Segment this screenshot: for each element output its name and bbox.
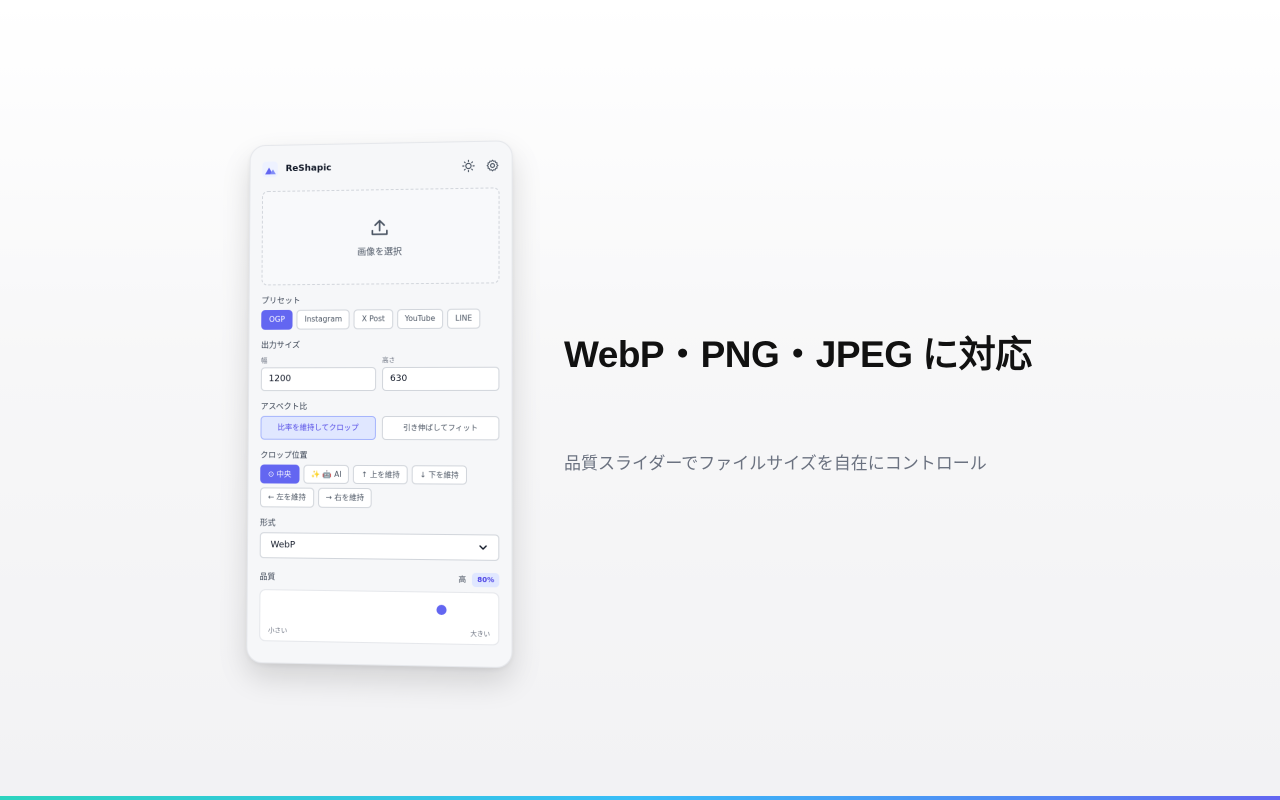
quality-max-label: 大きい: [470, 629, 491, 638]
crop-position-label: クロップ位置: [260, 450, 308, 460]
crop-ai-button[interactable]: ✨ 🤖 AI: [303, 464, 350, 484]
height-field[interactable]: 630: [382, 366, 500, 391]
aspect-label: アスペクト比: [260, 401, 308, 411]
upload-label: 画像を選択: [357, 246, 402, 258]
app-window: ReShapic 画像を選択 プリセット OGP Instagram X Pos…: [246, 140, 513, 669]
presets-row: OGP Instagram X Post YouTube LINE: [261, 308, 499, 330]
brand: ReShapic: [262, 161, 331, 178]
gear-icon[interactable]: [485, 158, 499, 172]
hero-subtitle: 品質スライダーでファイルサイズを自在にコントロール: [564, 454, 987, 474]
crop-bottom-button[interactable]: ↓ 下を維持: [411, 464, 467, 485]
hero-title: WebP・PNG・JPEG に対応: [564, 334, 1032, 375]
aspect-stretch-button[interactable]: 引き伸ばしてフィット: [381, 415, 500, 440]
output-size-row: 幅 1200 高さ 630: [260, 353, 500, 391]
app-name: ReShapic: [285, 163, 332, 175]
format-value: WebP: [270, 539, 296, 551]
image-logo-icon: [262, 161, 278, 178]
width-field[interactable]: 1200: [260, 366, 377, 391]
width-group: 幅 1200: [260, 354, 377, 391]
format-select[interactable]: WebP: [259, 531, 500, 561]
app-header: ReShapic: [262, 153, 499, 181]
quality-label: 品質: [259, 572, 276, 582]
sun-icon[interactable]: [461, 159, 475, 173]
width-label: 幅: [260, 355, 268, 364]
crop-top-button[interactable]: ↑ 上を維持: [353, 464, 408, 485]
format-label: 形式: [259, 517, 276, 527]
quality-badge: 80%: [472, 572, 500, 587]
preset-ogp[interactable]: OGP: [261, 309, 293, 330]
bottom-gradient-bar: [0, 796, 1280, 800]
upload-icon: [369, 216, 391, 238]
app-mockup: ReShapic 画像を選択 プリセット OGP Instagram X Pos…: [246, 140, 513, 669]
preset-x-post[interactable]: X Post: [353, 309, 393, 329]
height-label: 高さ: [382, 355, 396, 364]
image-upload-dropzone[interactable]: 画像を選択: [261, 187, 500, 286]
quality-slider-thumb[interactable]: [436, 604, 447, 615]
crop-position-row: ⊙ 中央 ✨ 🤖 AI ↑ 上を維持 ↓ 下を維持 ← 左を維持 → 右を維持: [260, 464, 499, 509]
crop-left-button[interactable]: ← 左を維持: [260, 487, 314, 508]
quality-indicator: 高 80%: [458, 572, 500, 587]
header-actions: [461, 158, 499, 173]
preset-line[interactable]: LINE: [447, 308, 481, 329]
chevron-down-icon: [478, 542, 488, 552]
preset-youtube[interactable]: YouTube: [396, 308, 444, 329]
aspect-crop-button[interactable]: 比率を維持してクロップ: [260, 415, 376, 440]
quality-header: 品質 高 80%: [260, 570, 500, 587]
quality-level: 高: [458, 574, 467, 584]
crop-center-button[interactable]: ⊙ 中央: [260, 464, 300, 484]
quality-min-label: 小さい: [268, 625, 288, 635]
presets-label: プリセット: [261, 295, 301, 306]
quality-slider[interactable]: 小さい 大きい: [259, 588, 500, 645]
height-group: 高さ 630: [382, 353, 500, 391]
aspect-row: 比率を維持してクロップ 引き伸ばしてフィット: [260, 415, 500, 440]
crop-right-button[interactable]: → 右を維持: [317, 487, 373, 508]
preset-instagram[interactable]: Instagram: [296, 309, 351, 330]
output-size-label: 出力サイズ: [261, 340, 301, 350]
